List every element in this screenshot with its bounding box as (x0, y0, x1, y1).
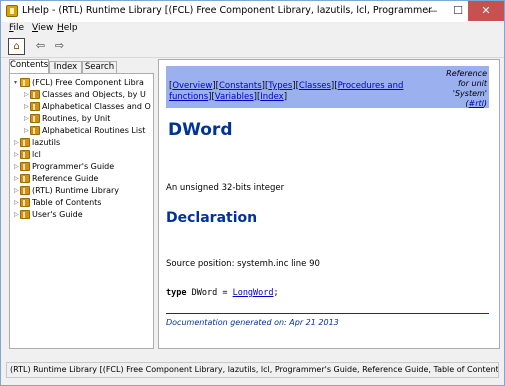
tree-item-label: Alphabetical Routines List (42, 126, 146, 135)
link-overview[interactable]: Overview (172, 81, 212, 91)
book-closed-icon (20, 186, 30, 195)
book-open-icon (20, 78, 30, 87)
generated-date: Documentation generated on: Apr 21 2013 (166, 318, 339, 327)
lhelp-window: LHelp - (RTL) Runtime Library [(FCL) Fre… (0, 0, 505, 386)
tree-item-label: (RTL) Runtime Library (32, 186, 120, 195)
declaration-code: type DWord = LongWord; (166, 288, 279, 298)
link-longword[interactable]: LongWord (233, 288, 274, 298)
tree-item-label: lazutils (32, 138, 61, 147)
tab-index[interactable]: Index (49, 61, 82, 73)
doc-navbar: [Overview][Constants][Types][Classes][Pr… (166, 66, 489, 108)
app-book-icon (6, 5, 18, 17)
navigation-panel: Contents Index Search ▾ (FCL) Free Compon… (3, 59, 154, 349)
tab-contents[interactable]: Contents (9, 59, 49, 73)
home-button[interactable]: ⌂ (8, 38, 25, 55)
source-position: Source position: systemh.inc line 90 (166, 259, 320, 269)
tree-item[interactable]: ▷ User's Guide (14, 210, 83, 220)
link-constants[interactable]: Constants (219, 81, 262, 91)
status-bar: (RTL) Runtime Library [(FCL) Free Compon… (1, 355, 504, 385)
unit-reference: Reference for unit 'System' (#rtl) (446, 69, 487, 108)
page-title: DWord (168, 120, 233, 140)
tree-item[interactable]: ▷ Reference Guide (14, 174, 98, 184)
tree-item[interactable]: ▷ Table of Contents (14, 198, 101, 208)
title-bar[interactable]: LHelp - (RTL) Runtime Library [(FCL) Fre… (1, 1, 504, 22)
tree-item[interactable]: ▷ Alphabetical Classes and O (24, 102, 151, 112)
book-closed-icon (30, 90, 40, 99)
link-variables[interactable]: Variables (215, 92, 254, 102)
status-text: (RTL) Runtime Library [(FCL) Free Compon… (6, 362, 499, 378)
minimize-button[interactable]: — (419, 1, 445, 21)
book-closed-icon (20, 198, 30, 207)
forward-button[interactable]: ⇨ (51, 38, 68, 55)
back-button[interactable]: ⇦ (32, 38, 49, 55)
nav-links: [Overview][Constants][Types][Classes][Pr… (169, 81, 404, 102)
contents-tree[interactable]: ▾ (FCL) Free Component Libra ▷ Classes and … (9, 73, 154, 349)
link-index[interactable]: Index (260, 92, 283, 102)
close-button[interactable]: ✕ (468, 1, 504, 21)
book-closed-icon (30, 102, 40, 111)
menu-file[interactable]: File (9, 23, 24, 33)
book-closed-icon (20, 210, 30, 219)
arrow-left-icon: ⇦ (35, 39, 46, 52)
nav-tabs: Contents Index Search (9, 59, 154, 73)
book-closed-icon (30, 126, 40, 135)
book-closed-icon (20, 150, 30, 159)
tree-item[interactable]: ▷ Classes and Objects, by U (24, 90, 146, 100)
toolbar: ⌂ ⇦ ⇨ (1, 36, 504, 58)
menu-help[interactable]: Help (57, 23, 78, 33)
menu-view[interactable]: View (32, 23, 53, 33)
help-content: [Overview][Constants][Types][Classes][Pr… (158, 59, 500, 349)
tree-item[interactable]: ▾ (FCL) Free Component Libra (14, 78, 144, 88)
link-types[interactable]: Types (268, 81, 292, 91)
description: An unsigned 32-bits integer (166, 183, 285, 193)
tree-item[interactable]: ▷ lazutils (14, 138, 60, 148)
tree-item-label: Reference Guide (32, 174, 99, 183)
tree-item-label: Classes and Objects, by U (42, 90, 146, 99)
tab-search[interactable]: Search (82, 61, 117, 73)
tree-item-label: (FCL) Free Component Libra (32, 78, 144, 87)
tree-item[interactable]: ▷ Alphabetical Routines List (24, 126, 145, 136)
divider (166, 313, 489, 314)
tree-item-label: Table of Contents (32, 198, 102, 207)
link-rtl[interactable]: #rtl (469, 99, 484, 108)
book-closed-icon (20, 162, 30, 171)
tree-item[interactable]: ▷ lcl (14, 150, 41, 160)
menu-bar: File View Help (1, 22, 504, 36)
tree-item-label: lcl (32, 150, 41, 159)
tree-item-label: Routines, by Unit (42, 114, 111, 123)
home-icon: ⌂ (13, 41, 20, 52)
book-closed-icon (20, 174, 30, 183)
tree-item[interactable]: ▷ (RTL) Runtime Library (14, 186, 119, 196)
book-closed-icon (30, 114, 40, 123)
tree-item[interactable]: ▷ Routines, by Unit (24, 114, 110, 124)
declaration-heading: Declaration (166, 210, 258, 226)
tree-item-label: Programmer's Guide (32, 162, 115, 171)
book-closed-icon (20, 138, 30, 147)
window-title: LHelp - (RTL) Runtime Library [(FCL) Fre… (22, 5, 432, 16)
tree-item[interactable]: ▷ Programmer's Guide (14, 162, 114, 172)
arrow-right-icon: ⇨ (54, 39, 65, 52)
tree-item-label: User's Guide (32, 210, 83, 219)
link-classes[interactable]: Classes (299, 81, 331, 91)
tree-item-label: Alphabetical Classes and O (42, 102, 151, 111)
